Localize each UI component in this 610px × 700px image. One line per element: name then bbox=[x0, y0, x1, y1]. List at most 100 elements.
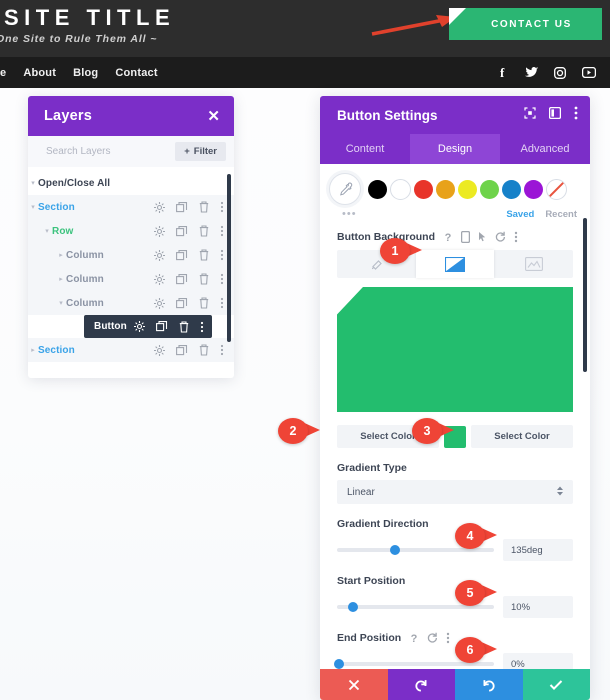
reset-icon[interactable] bbox=[427, 632, 438, 644]
more-icon[interactable] bbox=[514, 231, 518, 243]
gradient-icon[interactable] bbox=[415, 250, 495, 278]
reset-icon[interactable] bbox=[495, 231, 506, 243]
disclosure-caret-icon[interactable]: ▾ bbox=[42, 227, 52, 235]
duplicate-icon[interactable] bbox=[176, 273, 188, 285]
settings-scrollbar[interactable] bbox=[583, 218, 587, 372]
swatch-4[interactable] bbox=[458, 179, 477, 199]
trash-icon[interactable] bbox=[199, 344, 209, 356]
nav-item-blog[interactable]: Blog bbox=[73, 67, 98, 79]
mobile-icon[interactable] bbox=[461, 231, 470, 243]
instagram-icon[interactable] bbox=[554, 66, 566, 79]
more-colors-icon[interactable]: ••• bbox=[342, 208, 357, 220]
more-icon[interactable] bbox=[220, 344, 224, 356]
gear-icon[interactable] bbox=[154, 273, 165, 285]
youtube-icon[interactable] bbox=[582, 67, 596, 78]
filter-button[interactable]: + Filter bbox=[175, 142, 226, 161]
contact-us-button[interactable]: CONTACT US bbox=[449, 8, 602, 40]
disclosure-caret-icon[interactable]: ▸ bbox=[56, 275, 66, 283]
site-header: SITE TITLE One Site to Rule Them All ~ C… bbox=[0, 0, 610, 57]
undo-button[interactable] bbox=[387, 669, 455, 700]
tab-design[interactable]: Design bbox=[410, 134, 500, 164]
layer-row-row[interactable]: ▾ Row bbox=[28, 219, 234, 243]
gear-icon[interactable] bbox=[154, 225, 165, 237]
eyedropper-icon[interactable] bbox=[329, 173, 361, 205]
more-vertical-icon[interactable] bbox=[574, 106, 578, 125]
swatch-transparent[interactable] bbox=[546, 178, 567, 200]
swatch-6[interactable] bbox=[502, 179, 521, 199]
nav-item-contact[interactable]: Contact bbox=[115, 67, 157, 79]
swatch-5[interactable] bbox=[480, 179, 499, 199]
trash-icon[interactable] bbox=[199, 297, 209, 309]
layer-row-column[interactable]: ▸ Column bbox=[28, 267, 234, 291]
close-icon[interactable]: ✕ bbox=[207, 109, 220, 124]
trash-icon[interactable] bbox=[199, 249, 209, 261]
duplicate-icon[interactable] bbox=[176, 297, 188, 309]
trash-icon[interactable] bbox=[199, 273, 209, 285]
recent-link[interactable]: Recent bbox=[545, 209, 577, 220]
swatch-0[interactable] bbox=[368, 179, 387, 199]
gear-icon[interactable] bbox=[154, 344, 165, 356]
duplicate-icon[interactable] bbox=[176, 344, 188, 356]
gradient-type-select[interactable]: Linear bbox=[337, 480, 573, 504]
layout-icon[interactable] bbox=[548, 106, 562, 124]
help-icon[interactable]: ? bbox=[409, 632, 419, 644]
tab-advanced[interactable]: Advanced bbox=[500, 134, 590, 164]
layer-row-open-close-all[interactable]: ▾ Open/Close All bbox=[28, 171, 234, 195]
trash-icon[interactable] bbox=[179, 320, 189, 333]
swatch-3[interactable] bbox=[436, 179, 455, 199]
disclosure-caret-icon[interactable]: ▸ bbox=[56, 251, 66, 259]
swatch-2[interactable] bbox=[414, 179, 433, 199]
gear-icon[interactable] bbox=[154, 201, 165, 213]
layer-row-section[interactable]: ▾ Section bbox=[28, 195, 234, 219]
twitter-icon[interactable] bbox=[525, 67, 538, 78]
disclosure-caret-icon[interactable]: ▾ bbox=[56, 299, 66, 307]
more-icon[interactable] bbox=[220, 249, 224, 261]
select-color-right-button[interactable]: Select Color bbox=[471, 425, 573, 448]
save-button[interactable] bbox=[522, 669, 590, 700]
duplicate-icon[interactable] bbox=[156, 321, 168, 332]
facebook-icon[interactable]: f bbox=[498, 66, 509, 79]
duplicate-icon[interactable] bbox=[176, 225, 188, 237]
help-icon[interactable]: ? bbox=[443, 231, 453, 243]
duplicate-icon[interactable] bbox=[176, 249, 188, 261]
gear-icon[interactable] bbox=[154, 297, 165, 309]
gear-icon[interactable] bbox=[134, 321, 145, 332]
disclosure-caret-icon[interactable]: ▾ bbox=[28, 203, 38, 211]
gradient-type-value: Linear bbox=[347, 486, 375, 498]
layer-row-button[interactable]: Button bbox=[84, 315, 212, 338]
nav-item-home[interactable]: e bbox=[0, 67, 6, 79]
duplicate-icon[interactable] bbox=[176, 201, 188, 213]
redo-button[interactable] bbox=[455, 669, 523, 700]
more-icon[interactable] bbox=[220, 273, 224, 285]
expand-icon[interactable] bbox=[524, 106, 536, 124]
swatch-1[interactable] bbox=[390, 178, 411, 200]
gear-icon[interactable] bbox=[154, 249, 165, 261]
trash-icon[interactable] bbox=[199, 201, 209, 213]
image-icon[interactable] bbox=[494, 250, 573, 278]
more-icon[interactable] bbox=[220, 201, 224, 213]
swatch-7[interactable] bbox=[524, 179, 543, 199]
slider-knob[interactable] bbox=[390, 545, 401, 555]
hover-icon[interactable] bbox=[478, 231, 487, 243]
more-icon[interactable] bbox=[220, 297, 224, 309]
search-layers-input[interactable]: Search Layers bbox=[46, 146, 110, 157]
saved-link[interactable]: Saved bbox=[506, 209, 534, 220]
layer-row-column[interactable]: ▾ Column bbox=[28, 291, 234, 315]
more-icon[interactable] bbox=[200, 321, 204, 333]
more-icon[interactable] bbox=[220, 225, 224, 237]
disclosure-caret-icon[interactable]: ▾ bbox=[28, 179, 38, 187]
tab-content[interactable]: Content bbox=[320, 134, 410, 164]
slider-knob[interactable] bbox=[333, 659, 344, 669]
layers-scrollbar[interactable] bbox=[227, 174, 231, 342]
trash-icon[interactable] bbox=[199, 225, 209, 237]
more-icon[interactable] bbox=[446, 632, 450, 644]
start-position-input[interactable]: 10% bbox=[503, 596, 573, 618]
layer-row-section[interactable]: ▸ Section bbox=[28, 338, 234, 362]
slider-knob[interactable] bbox=[347, 602, 358, 612]
color-palette-row bbox=[320, 164, 590, 205]
layer-row-column[interactable]: ▸ Column bbox=[28, 243, 234, 267]
nav-item-about[interactable]: About bbox=[23, 67, 56, 79]
discard-button[interactable] bbox=[320, 669, 388, 700]
gradient-direction-input[interactable]: 135deg bbox=[503, 539, 573, 561]
disclosure-caret-icon[interactable]: ▸ bbox=[28, 346, 38, 354]
